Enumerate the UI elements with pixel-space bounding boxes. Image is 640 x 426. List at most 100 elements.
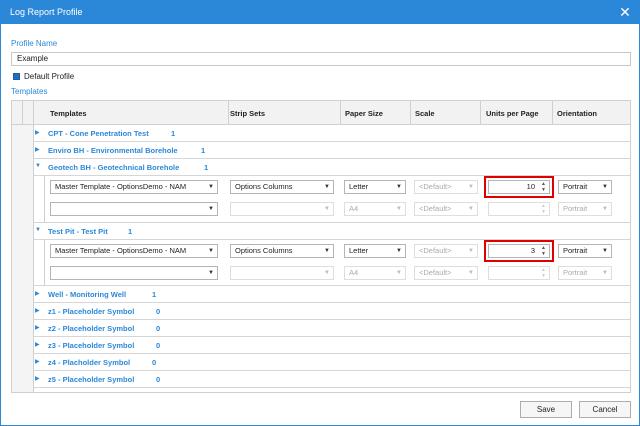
chevron-down-icon: ▼: [324, 206, 330, 212]
chevron-down-icon: ▼: [396, 184, 402, 190]
chevron-down-icon: ▼: [602, 248, 608, 254]
chevron-down-icon: ▼: [468, 184, 474, 190]
triangle-right-icon[interactable]: ▶: [35, 129, 40, 136]
group-name: z2 - Placeholder Symbol: [48, 324, 135, 333]
group-count: 0: [156, 341, 161, 350]
chevron-down-icon: ▼: [396, 206, 402, 212]
chevron-down-icon: ▼: [396, 248, 402, 254]
chevron-down-icon: ▼: [324, 184, 330, 190]
col-units-per-page[interactable]: Units per Page: [486, 109, 539, 118]
paper-size-select[interactable]: Letter ▼: [344, 180, 406, 194]
col-paper-size[interactable]: Paper Size: [345, 109, 383, 118]
chevron-down-icon: ▼: [208, 270, 214, 276]
triangle-right-icon[interactable]: ▶: [35, 290, 40, 297]
group-row-test-pit[interactable]: ▼ Test Pit - Test Pit 1: [34, 223, 630, 240]
template-select[interactable]: ▼: [50, 266, 218, 280]
orientation-select[interactable]: Portrait ▼: [558, 244, 612, 258]
log-report-profile-dialog: Log Report Profile ✕ Profile Name Exampl…: [0, 0, 640, 426]
save-button[interactable]: Save: [520, 401, 572, 418]
profile-name-input[interactable]: Example: [11, 52, 631, 66]
chevron-down-icon: ▼: [208, 248, 214, 254]
scale-select[interactable]: <Default> ▼: [414, 180, 478, 194]
col-orientation[interactable]: Orientation: [557, 109, 597, 118]
paper-size-select[interactable]: A4 ▼: [344, 266, 406, 280]
chevron-down-icon: ▼: [468, 248, 474, 254]
group-name: Enviro BH - Environmental Borehole: [48, 146, 178, 155]
group-count: 1: [171, 129, 176, 138]
triangle-right-icon[interactable]: ▶: [35, 146, 40, 153]
spin-arrows-icon: ▲ ▼: [541, 267, 546, 279]
chevron-down-icon: ▼: [602, 206, 608, 212]
group-row-z4[interactable]: ▶ z4 - Placholder Symbol 0: [34, 354, 630, 371]
group-count: 1: [152, 290, 157, 299]
template-select[interactable]: Master Template - OptionsDemo - NAM ▼: [50, 180, 218, 194]
default-profile-checkbox[interactable]: [13, 72, 20, 80]
strip-set-select[interactable]: ▼: [230, 266, 334, 280]
units-per-page-spinner[interactable]: ▲ ▼: [488, 202, 550, 216]
group-count: 0: [156, 375, 161, 384]
triangle-right-icon[interactable]: ▶: [35, 324, 40, 331]
chevron-down-icon: ▼: [396, 270, 402, 276]
template-select[interactable]: ▼: [50, 202, 218, 216]
triangle-down-icon[interactable]: ▼: [35, 163, 41, 169]
col-scale[interactable]: Scale: [415, 109, 435, 118]
grid-header: Templates Strip Sets Paper Size Scale Un…: [12, 101, 630, 125]
close-icon[interactable]: ✕: [616, 3, 634, 21]
strip-set-select[interactable]: ▼: [230, 202, 334, 216]
spin-arrows-icon: ▲ ▼: [541, 203, 546, 215]
triangle-right-icon[interactable]: ▶: [35, 358, 40, 365]
test-pit-details: Master Template - OptionsDemo - NAM ▼ Opt…: [34, 240, 630, 286]
group-row-well[interactable]: ▶ Well - Monitoring Well 1: [34, 286, 630, 303]
group-row-z3[interactable]: ▶ z3 - Placeholder Symbol 0: [34, 337, 630, 354]
orientation-select[interactable]: Portrait ▼: [558, 202, 612, 216]
group-row-geotech[interactable]: ▼ Geotech BH - Geotechnical Borehole 1: [34, 159, 630, 176]
triangle-down-icon[interactable]: ▼: [35, 227, 41, 233]
default-profile-label: Default Profile: [24, 71, 75, 81]
highlight-box: [484, 240, 554, 262]
group-row-enviro[interactable]: ▶ Enviro BH - Environmental Borehole 1: [34, 142, 630, 159]
triangle-right-icon[interactable]: ▶: [35, 341, 40, 348]
strip-set-select[interactable]: Options Columns ▼: [230, 180, 334, 194]
col-templates[interactable]: Templates: [50, 109, 87, 118]
template-select[interactable]: Master Template - OptionsDemo - NAM ▼: [50, 244, 218, 258]
title-bar: Log Report Profile ✕: [1, 1, 639, 24]
group-row-z2[interactable]: ▶ z2 - Placeholder Symbol 0: [34, 320, 630, 337]
group-name: z5 - Placeholder Symbol: [48, 375, 135, 384]
group-name: Geotech BH - Geotechnical Borehole: [48, 163, 180, 172]
geotech-details: Master Template - OptionsDemo - NAM ▼ Opt…: [34, 176, 630, 223]
chevron-down-icon: ▼: [468, 270, 474, 276]
group-row-z1[interactable]: ▶ z1 - Placeholder Symbol 0: [34, 303, 630, 320]
paper-size-select[interactable]: A4 ▼: [344, 202, 406, 216]
triangle-right-icon[interactable]: ▶: [35, 307, 40, 314]
chevron-down-icon: ▼: [324, 270, 330, 276]
group-count: 0: [152, 358, 157, 367]
group-count: 0: [156, 324, 161, 333]
group-count: 1: [128, 227, 133, 236]
col-strip-sets[interactable]: Strip Sets: [230, 109, 265, 118]
units-per-page-spinner[interactable]: ▲ ▼: [488, 266, 550, 280]
templates-label: Templates: [11, 87, 48, 96]
chevron-down-icon: ▼: [602, 270, 608, 276]
group-name: Test Pit - Test Pit: [48, 227, 108, 236]
window-title: Log Report Profile: [10, 7, 83, 17]
scale-select[interactable]: <Default> ▼: [414, 266, 478, 280]
row-indent-column: [12, 125, 34, 392]
triangle-right-icon[interactable]: ▶: [35, 375, 40, 382]
scale-select[interactable]: <Default> ▼: [414, 244, 478, 258]
strip-set-select[interactable]: Options Columns ▼: [230, 244, 334, 258]
group-row-cpt[interactable]: ▶ CPT - Cone Penetration Test 1: [34, 125, 630, 142]
profile-name-label: Profile Name: [11, 39, 58, 48]
orientation-select[interactable]: Portrait ▼: [558, 180, 612, 194]
templates-grid: Templates Strip Sets Paper Size Scale Un…: [11, 100, 631, 393]
group-row-z5[interactable]: ▶ z5 - Placeholder Symbol 0: [34, 371, 630, 388]
group-name: z1 - Placeholder Symbol: [48, 307, 135, 316]
group-name: CPT - Cone Penetration Test: [48, 129, 149, 138]
group-count: 1: [204, 163, 209, 172]
orientation-select[interactable]: Portrait ▼: [558, 266, 612, 280]
default-profile-row[interactable]: Default Profile: [13, 71, 74, 81]
highlight-box: [484, 176, 554, 198]
paper-size-select[interactable]: Letter ▼: [344, 244, 406, 258]
scale-select[interactable]: <Default> ▼: [414, 202, 478, 216]
cancel-button[interactable]: Cancel: [579, 401, 631, 418]
group-count: 0: [156, 307, 161, 316]
